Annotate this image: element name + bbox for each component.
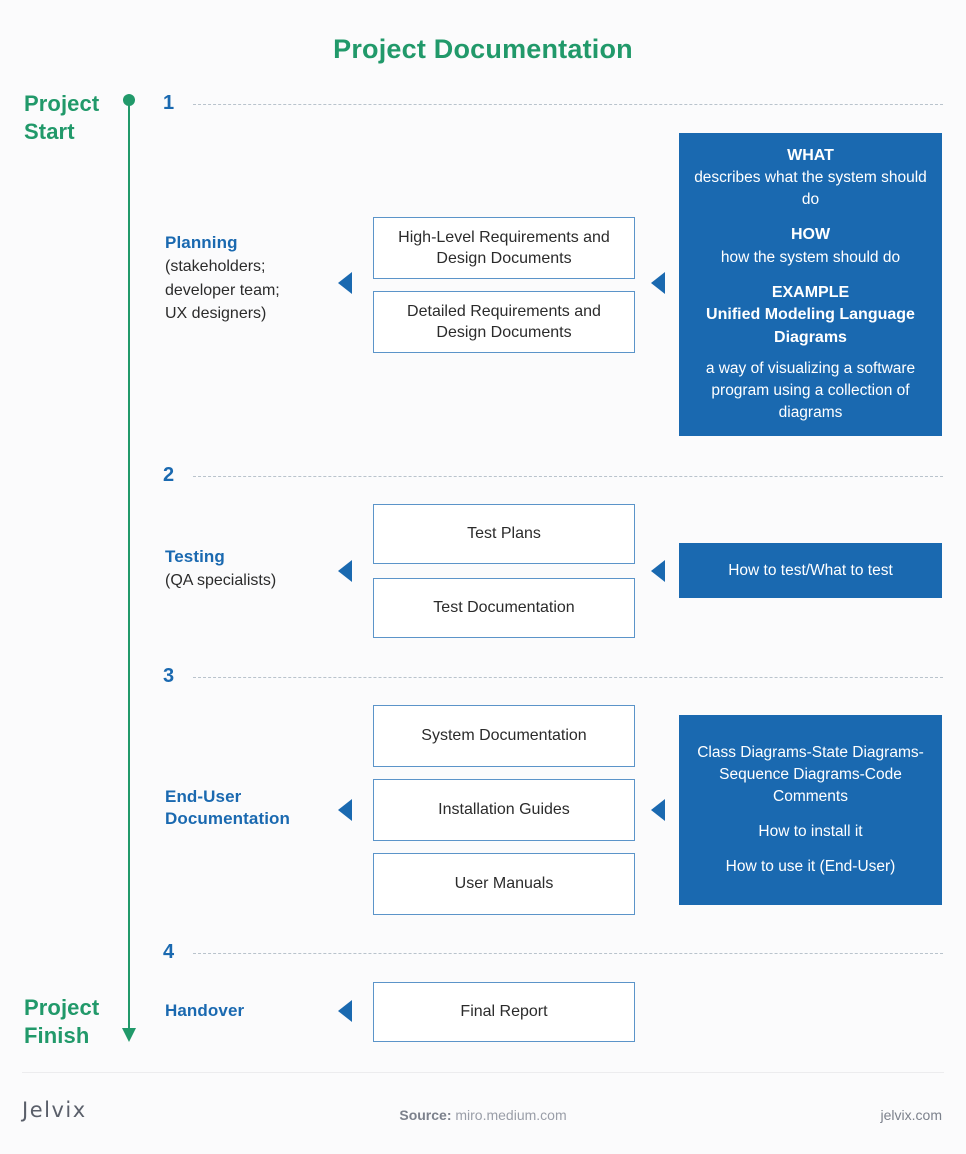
timeline-end-arrow-icon [122,1028,136,1042]
info-example-heading: EXAMPLE [771,283,850,301]
step-divider-1 [193,104,943,105]
page-title-bold: Documentation [433,34,633,64]
source-attribution: Source: miro.medium.com [0,1107,966,1123]
source-label: Source: [399,1107,452,1123]
doc-box-test-documentation[interactable]: Test Documentation [373,578,635,638]
step-number-1: 1 [163,92,175,114]
stage-planning-subtitle: (stakeholders; developer team; UX design… [165,255,315,325]
doc-box-final-report[interactable]: Final Report [373,982,635,1042]
info-testing-text: How to test/What to test [728,561,893,579]
stage-testing-sub-line1: (QA specialists) [165,572,277,590]
stage-planning-sub-line2: developer team; [165,281,280,299]
doc-box-user-manuals[interactable]: User Manuals [373,853,635,915]
info-panel-end-user: Class Diagrams-State Diagrams-Sequence D… [679,715,942,905]
step-number-4: 4 [163,941,175,963]
step-divider-3 [193,677,943,678]
info-how-heading: HOW [790,226,831,244]
arrow-icon-enduser-right [651,799,665,821]
info-enduser-install: How to install it [758,823,863,840]
project-finish-line1: Project [24,995,100,1020]
info-panel-testing: How to test/What to test [679,543,942,598]
stage-handover: Handover [165,1000,315,1022]
timeline-line [128,100,130,1033]
stage-end-user-title-line1: End-User [165,787,242,806]
stage-planning-sub-line3: UX designers) [165,305,267,323]
step-number-2: 2 [163,464,175,486]
project-start-line1: Project [24,91,100,116]
doc-box-detailed-requirements[interactable]: Detailed Requirements and Design Documen… [373,291,635,353]
stage-planning-sub-line1: (stakeholders; [165,258,266,276]
step-number-3: 3 [163,665,175,687]
stage-testing-title: Testing [165,547,225,566]
project-finish-line2: Finish [24,1023,90,1049]
stage-end-user-title: End-User Documentation [165,786,315,831]
project-finish-label: Project Finish [24,994,99,1050]
info-enduser-diagrams: Class Diagrams-State Diagrams-Sequence D… [697,744,924,805]
arrow-icon-planning-left [338,272,352,294]
stage-handover-title: Handover [165,1001,245,1020]
doc-box-high-level-requirements[interactable]: High-Level Requirements and Design Docum… [373,217,635,279]
info-what-heading: WHAT [787,147,834,165]
footer-divider [22,1072,944,1073]
doc-box-system-documentation[interactable]: System Documentation [373,705,635,767]
info-what-text: describes what the system should do [694,169,927,209]
info-enduser-use: How to use it (End-User) [725,858,896,875]
page-title-light: Project [333,34,434,64]
info-example-text: a way of visualizing a software program … [705,359,916,421]
step-divider-2 [193,476,943,477]
stage-testing: Testing (QA specialists) [165,546,315,593]
arrow-icon-handover-left [338,1000,352,1022]
doc-box-installation-guides[interactable]: Installation Guides [373,779,635,841]
doc-box-test-plans[interactable]: Test Plans [373,504,635,564]
arrow-icon-enduser-left [338,799,352,821]
arrow-icon-planning-right [651,272,665,294]
infographic-canvas: Project Documentation Project Start Proj… [0,0,966,1154]
source-value: miro.medium.com [455,1107,567,1123]
project-start-label: Project Start [24,90,99,146]
info-panel-planning: WHAT describes what the system should do… [679,133,942,436]
stage-end-user-documentation: End-User Documentation [165,786,315,831]
page-title: Project Documentation [0,34,966,65]
step-divider-4 [193,953,943,954]
project-start-line2: Start [24,119,75,145]
stage-end-user-title-line2: Documentation [165,809,291,829]
info-how-text: how the system should do [720,248,901,266]
arrow-icon-testing-right [651,560,665,582]
stage-planning-title: Planning [165,233,238,252]
stage-testing-subtitle: (QA specialists) [165,569,315,592]
site-url[interactable]: jelvix.com [881,1107,942,1123]
stage-planning: Planning (stakeholders; developer team; … [165,232,315,326]
info-example-uml: Unified Modeling Language Diagrams [706,306,915,346]
arrow-icon-testing-left [338,560,352,582]
